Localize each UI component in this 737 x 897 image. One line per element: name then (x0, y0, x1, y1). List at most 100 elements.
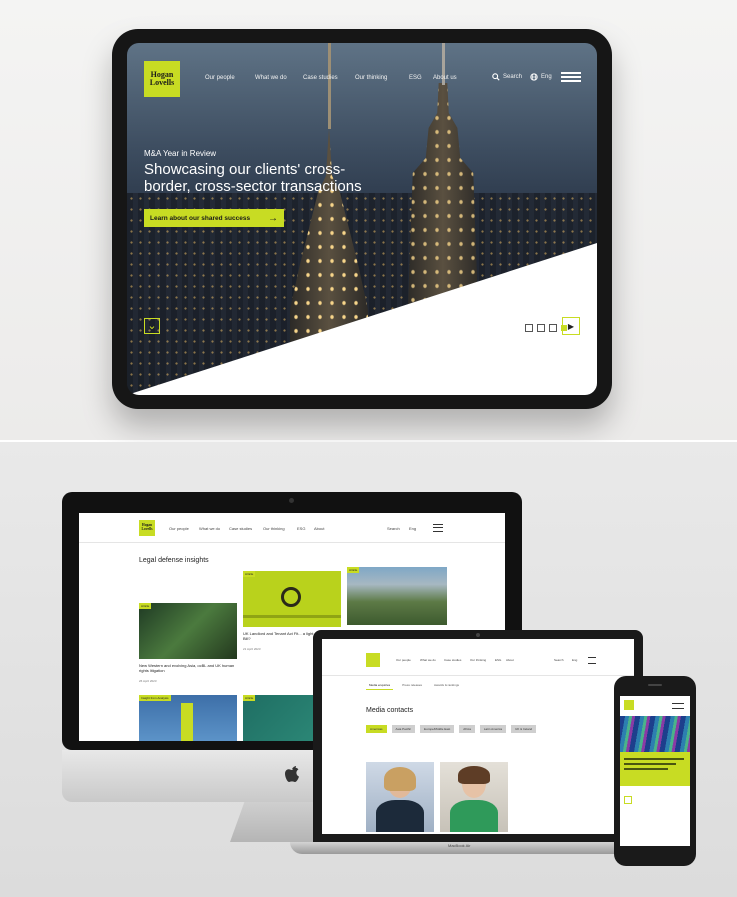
imac-nav-about[interactable]: About (314, 526, 324, 531)
imac-search[interactable]: Search (387, 526, 400, 531)
phone-screen (620, 696, 690, 846)
nav-esg[interactable]: ESG (409, 75, 422, 81)
tab-awards-rankings[interactable]: Awards & rankings (431, 681, 462, 690)
language-selector[interactable]: Eng (530, 73, 552, 81)
phone-text-line (624, 768, 668, 770)
language-label: Eng (541, 74, 552, 80)
bottom-mockup-panel: Hogan Lovells Our people What we do Case… (0, 442, 737, 897)
carousel-play-button[interactable]: ▶ (562, 317, 580, 335)
hero-eyebrow: M&A Year in Review (144, 149, 217, 158)
card-image-city-park[interactable] (347, 567, 447, 625)
hero-title-line2: border, cross-sector transactions (144, 178, 362, 195)
logo-text-line2: Lovells (149, 78, 175, 87)
imac-logo[interactable]: Hogan Lovells (139, 520, 155, 536)
hero-chrysler-spire (328, 43, 331, 129)
card-label: Article (243, 571, 256, 577)
card-date: 21 April 2023 (243, 647, 261, 651)
camera-dot (289, 498, 294, 503)
laptop-base: MacBook Air (290, 842, 666, 854)
imac-nav-our-people[interactable]: Our people (169, 526, 189, 531)
card-label: Article (139, 603, 152, 609)
laptop-device: Our people What we do Case studies Our t… (313, 630, 643, 842)
card-title[interactable]: New Western and evolving Asia, ocBL and … (139, 663, 237, 673)
divider (322, 675, 634, 676)
card-image-knocker[interactable] (243, 571, 341, 627)
learn-more-label: Learn about our shared success (150, 214, 251, 222)
laptop-screen: Our people What we do Case studies Our t… (322, 639, 634, 834)
phone-menu-icon[interactable] (672, 703, 684, 709)
card-label: Article (347, 567, 360, 573)
laptop-nav-case-studies[interactable]: Case studies (444, 658, 461, 662)
laptop-search[interactable]: Search (554, 658, 564, 662)
card-image-plants[interactable] (139, 603, 237, 659)
search-button[interactable]: Search (492, 73, 522, 81)
imac-logo-line2: Lovells (141, 527, 153, 531)
nav-what-we-do[interactable]: What we do (255, 75, 287, 81)
phone-text-line (624, 758, 684, 760)
imac-nav-esg[interactable]: ESG (297, 526, 305, 531)
card-date: 26 April 2023 (139, 679, 157, 683)
scroll-down-button[interactable]: ⌄ (144, 318, 160, 334)
carousel-dot[interactable] (549, 324, 557, 332)
globe-icon (530, 73, 538, 81)
laptop-tabs: Media enquiries Press releases Awards & … (366, 681, 462, 690)
imac-nav-case-studies[interactable]: Case studies (229, 526, 252, 531)
phone-hero-image (620, 716, 690, 752)
imac-language[interactable]: Eng (409, 526, 416, 531)
tablet-screen: Hogan Lovells Our people What we do Case… (127, 43, 597, 395)
filter-latin-america[interactable]: Latin America (479, 725, 507, 733)
filter-europe-middle-east[interactable]: Europe/Middle East (420, 725, 455, 733)
laptop-nav-our-thinking[interactable]: Our thinking (470, 658, 486, 662)
laptop-language[interactable]: Eng (572, 658, 577, 662)
imac-section-title: Legal defense insights (139, 557, 209, 564)
contact-photo[interactable] (440, 762, 508, 832)
card-image-lighthouse[interactable] (139, 695, 237, 741)
laptop-camera (476, 633, 480, 637)
tab-press-releases[interactable]: Press releases (399, 681, 425, 690)
phone-speaker (648, 684, 662, 686)
carousel-dot[interactable] (537, 324, 545, 332)
carousel-dot[interactable] (525, 324, 533, 332)
phone-device (614, 676, 696, 866)
phone-scroll-button[interactable] (624, 796, 632, 804)
chevron-down-icon: ⌄ (147, 319, 157, 332)
laptop-logo[interactable] (366, 653, 380, 667)
filter-asia-pacific[interactable]: Asia Pacific (391, 725, 416, 733)
tablet-device: Hogan Lovells Our people What we do Case… (112, 29, 612, 409)
search-icon (492, 73, 500, 81)
phone-logo[interactable] (624, 700, 634, 710)
nav-our-thinking[interactable]: Our thinking (355, 75, 387, 81)
search-label: Search (503, 74, 523, 80)
hogan-lovells-logo[interactable]: Hogan Lovells (144, 61, 180, 97)
filter-uk-ireland[interactable]: UK & Ireland (511, 725, 537, 733)
laptop-menu-icon[interactable] (588, 657, 596, 664)
imac-menu-icon[interactable] (433, 524, 443, 532)
arrow-right-icon: → (268, 212, 278, 224)
imac-nav-what-we-do[interactable]: What we do (199, 526, 220, 531)
learn-more-button[interactable]: Learn about our shared success → (144, 209, 284, 227)
imac-nav-our-thinking[interactable]: Our thinking (263, 526, 285, 531)
tab-media-enquiries[interactable]: Media enquiries (366, 681, 394, 690)
laptop-section-title: Media contacts (366, 707, 414, 714)
nav-our-people[interactable]: Our people (205, 75, 235, 81)
menu-hamburger-icon[interactable] (561, 72, 581, 82)
nav-case-studies[interactable]: Case studies (303, 75, 338, 81)
card-label: Insight from Analysis (139, 695, 171, 701)
region-filters: Americas Asia Pacific Europe/Middle East… (366, 725, 537, 733)
apple-logo-icon (285, 766, 299, 782)
filter-americas[interactable]: Americas (366, 725, 387, 733)
laptop-nav-about[interactable]: About (506, 658, 514, 662)
filter-africa[interactable]: Africa (459, 725, 475, 733)
nav-about-us[interactable]: About us (433, 75, 457, 81)
laptop-nav-esg[interactable]: ESG (495, 658, 501, 662)
laptop-nav-what-we-do[interactable]: What we do (420, 658, 436, 662)
phone-text-line (624, 763, 676, 765)
card-label: Article (243, 695, 256, 701)
contact-photo[interactable] (366, 762, 434, 832)
play-icon: ▶ (567, 321, 575, 331)
hero-title: Showcasing our clients' cross- border, c… (144, 161, 362, 195)
hero-title-line1: Showcasing our clients' cross- (144, 161, 346, 178)
laptop-nav-our-people[interactable]: Our people (396, 658, 411, 662)
carousel-indicators (525, 324, 567, 332)
laptop-model-label: MacBook Air (448, 843, 471, 848)
